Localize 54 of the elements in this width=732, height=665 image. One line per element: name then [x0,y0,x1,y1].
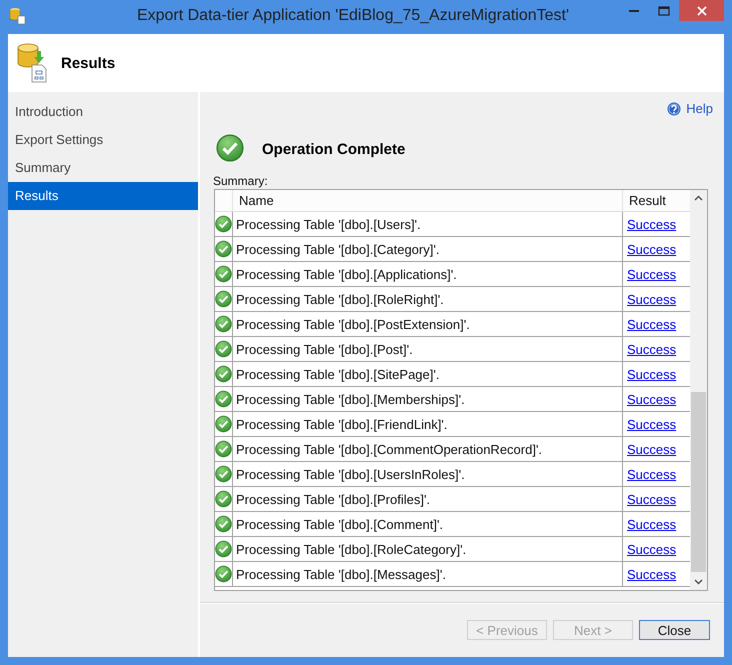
table-cell: Processing Table '[dbo].[Profiles]'. [233,487,623,511]
maximize-icon [658,6,670,16]
nav-item[interactable]: Introduction [8,98,198,126]
help-link[interactable]: Help [667,101,713,116]
table-cell: Processing Table '[dbo].[CommentOperationRecord]'. [233,437,623,461]
status-title: Operation Complete [262,141,406,158]
scrollbar[interactable] [690,190,707,590]
nav-item[interactable]: Summary [8,154,198,182]
table-cell: Processing Table '[dbo].[Users]'. [233,212,623,236]
table-cell: Processing Table '[dbo].[Applications]'. [233,262,623,286]
close-icon [696,6,706,16]
table-cell: Processing Table '[dbo].[FriendLink]'. [233,412,623,436]
table-cell: Processing Table '[dbo].[RoleRight]'. [233,287,623,311]
column-header[interactable]: Name [233,190,623,211]
result-link[interactable]: Success [627,542,676,556]
result-link[interactable]: Success [627,392,676,406]
table-cell: Processing Table '[dbo].[Category]'. [233,237,623,261]
close-window-button[interactable] [679,0,724,21]
window-title: Export Data-tier Application 'EdiBlog_75_AzureMigrationTest' [136,6,570,25]
result-link[interactable]: Success [627,266,676,282]
result-link[interactable]: Success [627,292,676,306]
result-link[interactable]: Success [627,516,676,532]
result-link[interactable]: Success [627,342,676,356]
table-cell: Processing Table '[dbo].[Post]'. [233,337,623,361]
page-title: Results [61,54,116,72]
help-icon [667,102,682,116]
table-cell: Processing Table '[dbo].[RoleCategory]'. [233,537,623,561]
result-link[interactable]: Success [627,492,676,506]
result-link[interactable]: Success [627,242,676,256]
table-cell: Processing Table '[dbo].[PostExtension]'. [233,312,623,336]
result-link[interactable]: Success [627,566,676,582]
scroll-up-icon [694,195,703,201]
scrollbar-thumb[interactable] [691,392,706,572]
database-export-icon [17,43,47,83]
table-cell: Processing Table '[dbo].[Comment]'. [233,512,623,536]
result-link[interactable]: Success [627,366,676,382]
table-cell: Processing Table '[dbo].[UsersInRoles]'. [233,462,623,486]
success-icon [216,134,244,162]
summary-label: Summary: [213,174,269,188]
result-link[interactable]: Success [627,316,676,332]
nav-item[interactable]: Results [8,182,198,210]
result-link[interactable]: Success [627,466,676,482]
minimize-icon [629,9,639,12]
scroll-down-icon [694,579,703,585]
column-header[interactable]: Result [623,190,690,211]
nav-item[interactable]: Export Settings [8,126,198,154]
result-link[interactable]: Success [627,416,676,432]
result-link[interactable]: Success [627,216,676,232]
table-cell: Processing Table '[dbo].[Messages]'. [233,562,623,586]
app-icon [9,7,27,25]
wizard-button[interactable]: Close [639,620,710,640]
result-link[interactable]: Success [627,442,676,456]
table-cell: Processing Table '[dbo].[SitePage]'. [233,362,623,386]
table-cell: Processing Table '[dbo].[Memberships]'. [233,387,623,411]
